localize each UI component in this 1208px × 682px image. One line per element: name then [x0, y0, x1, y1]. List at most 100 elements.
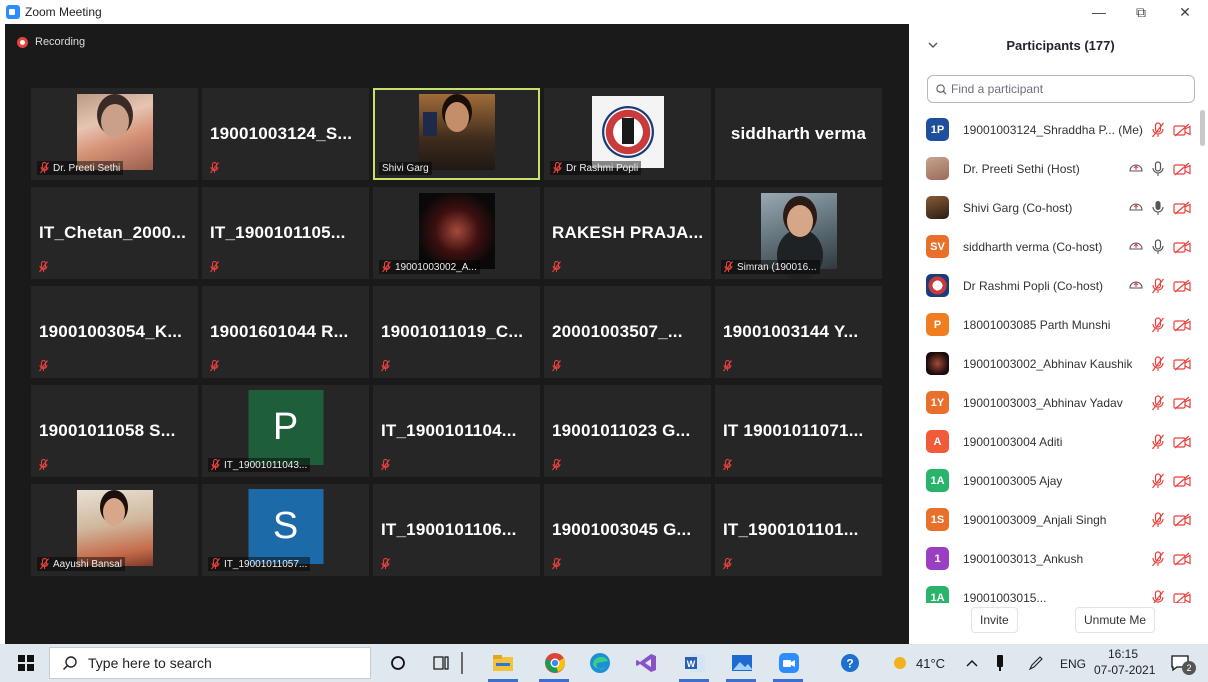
mic-icon[interactable]	[1151, 160, 1165, 177]
video-tile[interactable]: 19001601044 R...	[202, 286, 369, 378]
screen-share-icon[interactable]	[1129, 162, 1143, 176]
video-tile[interactable]: IT_1900101104...	[373, 385, 540, 477]
file-explorer-icon[interactable]	[491, 651, 515, 675]
video-off-icon[interactable]	[1173, 591, 1191, 604]
mic-speaking-icon[interactable]	[1151, 200, 1165, 216]
video-tile[interactable]: IT_Chetan_2000...	[31, 187, 198, 279]
mic-muted-icon[interactable]	[1151, 511, 1165, 528]
search-input[interactable]	[951, 82, 1191, 96]
weather-icon[interactable]	[888, 651, 912, 675]
video-tile[interactable]: Dr Rashmi Popli	[544, 88, 711, 180]
video-off-icon[interactable]	[1173, 162, 1191, 176]
video-tile[interactable]: Simran (190016...	[715, 187, 882, 279]
video-tile[interactable]: 19001011019_C...	[373, 286, 540, 378]
video-tile[interactable]: 20001003507_...	[544, 286, 711, 378]
video-off-icon[interactable]	[1173, 552, 1191, 566]
video-off-icon[interactable]	[1173, 279, 1191, 293]
video-tile[interactable]: P IT_19001011043...	[202, 385, 369, 477]
windows-start-icon[interactable]	[18, 655, 34, 671]
invite-button[interactable]: Invite	[971, 607, 1018, 633]
zoom-icon[interactable]	[777, 651, 801, 675]
language-indicator[interactable]: ENG	[1060, 657, 1086, 671]
video-tile[interactable]: S IT_19001011057...	[202, 484, 369, 576]
participant-row[interactable]: 1 19001003013_Ankush	[909, 539, 1199, 578]
mic-muted-icon[interactable]	[1151, 277, 1165, 294]
video-tile[interactable]: IT_1900101106...	[373, 484, 540, 576]
pen-icon[interactable]	[1024, 651, 1048, 675]
participant-name-display: RAKESH PRAJA...	[552, 223, 704, 242]
video-off-icon[interactable]	[1173, 396, 1191, 410]
video-off-icon[interactable]	[1173, 357, 1191, 371]
participant-search[interactable]	[927, 75, 1195, 103]
cortana-icon[interactable]	[386, 651, 410, 675]
mic-muted-icon[interactable]	[1151, 589, 1165, 604]
participant-row[interactable]: 1P 19001003124_Shraddha P... (Me)	[909, 110, 1199, 149]
temperature-text[interactable]: 41°C	[916, 656, 945, 671]
recording-indicator[interactable]: Recording	[17, 36, 85, 48]
screen-share-icon[interactable]	[1129, 240, 1143, 254]
video-tile[interactable]: IT_1900101105...	[202, 187, 369, 279]
participant-row[interactable]: 1A 19001003015...	[909, 578, 1199, 603]
video-off-icon[interactable]	[1173, 123, 1191, 137]
word-icon[interactable]: W	[683, 651, 707, 675]
participant-row[interactable]: 19001003002_Abhinav Kaushik	[909, 344, 1199, 383]
video-tile[interactable]: IT 19001011071...	[715, 385, 882, 477]
video-tile[interactable]: siddharth verma	[715, 88, 882, 180]
usb-device-icon[interactable]	[988, 651, 1012, 675]
minimize-button[interactable]: —	[1076, 0, 1122, 24]
close-button[interactable]: ✕	[1162, 0, 1208, 24]
video-tile[interactable]: RAKESH PRAJA...	[544, 187, 711, 279]
video-off-icon[interactable]	[1173, 474, 1191, 488]
participant-row[interactable]: 1S 19001003009_Anjali Singh	[909, 500, 1199, 539]
video-off-icon[interactable]	[1173, 435, 1191, 449]
video-tile[interactable]: IT_1900101101...	[715, 484, 882, 576]
zoom-logo-icon	[6, 5, 20, 19]
screen-share-icon[interactable]	[1129, 279, 1143, 293]
unmute-me-button[interactable]: Unmute Me	[1075, 607, 1156, 633]
participant-row[interactable]: 1A 19001003005 Ajay	[909, 461, 1199, 500]
video-off-icon[interactable]	[1173, 240, 1191, 254]
photos-icon[interactable]	[730, 651, 754, 675]
restore-button[interactable]: ⧉	[1118, 0, 1164, 24]
video-off-icon[interactable]	[1173, 201, 1191, 215]
chrome-icon[interactable]	[543, 651, 567, 675]
video-off-icon[interactable]	[1173, 513, 1191, 527]
mic-muted-icon	[39, 459, 48, 471]
video-tile[interactable]: Shivi Garg	[373, 88, 540, 180]
chevron-up-icon[interactable]	[960, 651, 984, 675]
mic-muted-icon[interactable]	[1151, 472, 1165, 489]
mic-muted-icon[interactable]	[1151, 355, 1165, 372]
video-off-icon[interactable]	[1173, 318, 1191, 332]
clock-time[interactable]: 16:15	[1108, 647, 1138, 661]
participant-row[interactable]: SV siddharth verma (Co-host)	[909, 227, 1199, 266]
mic-muted-icon[interactable]	[1151, 394, 1165, 411]
mic-muted-icon[interactable]	[1151, 550, 1165, 567]
participant-row[interactable]: 1Y 19001003003_Abhinav Yadav	[909, 383, 1199, 422]
mic-muted-icon[interactable]	[1151, 121, 1165, 138]
video-tile[interactable]: 19001003002_A...	[373, 187, 540, 279]
participant-list-scrollbar[interactable]	[1200, 110, 1205, 146]
video-tile[interactable]: Aayushi Bansal	[31, 484, 198, 576]
participant-row[interactable]: Dr. Preeti Sethi (Host)	[909, 149, 1199, 188]
video-tile[interactable]: Dr. Preeti Sethi	[31, 88, 198, 180]
video-tile[interactable]: 19001003045 G...	[544, 484, 711, 576]
video-tile[interactable]: 19001011058 S...	[31, 385, 198, 477]
visual-studio-icon[interactable]	[634, 651, 658, 675]
video-tile[interactable]: 19001003144 Y...	[715, 286, 882, 378]
participant-row[interactable]: P 18001003085 Parth Munshi	[909, 305, 1199, 344]
taskbar-search[interactable]: Type here to search	[49, 647, 371, 679]
video-tile[interactable]: 19001003124_S...	[202, 88, 369, 180]
mic-icon[interactable]	[1151, 238, 1165, 255]
edge-icon[interactable]	[588, 651, 612, 675]
help-icon[interactable]: ?	[838, 651, 862, 675]
mic-muted-icon[interactable]	[1151, 316, 1165, 333]
screen-share-icon[interactable]	[1129, 201, 1143, 215]
participant-row[interactable]: Shivi Garg (Co-host)	[909, 188, 1199, 227]
task-view-icon[interactable]	[430, 651, 454, 675]
clock-date[interactable]: 07-07-2021	[1094, 663, 1155, 677]
participant-row[interactable]: Dr Rashmi Popli (Co-host)	[909, 266, 1199, 305]
mic-muted-icon[interactable]	[1151, 433, 1165, 450]
video-tile[interactable]: 19001003054_K...	[31, 286, 198, 378]
video-tile[interactable]: 19001011023 G...	[544, 385, 711, 477]
participant-row[interactable]: A 19001003004 Aditi	[909, 422, 1199, 461]
